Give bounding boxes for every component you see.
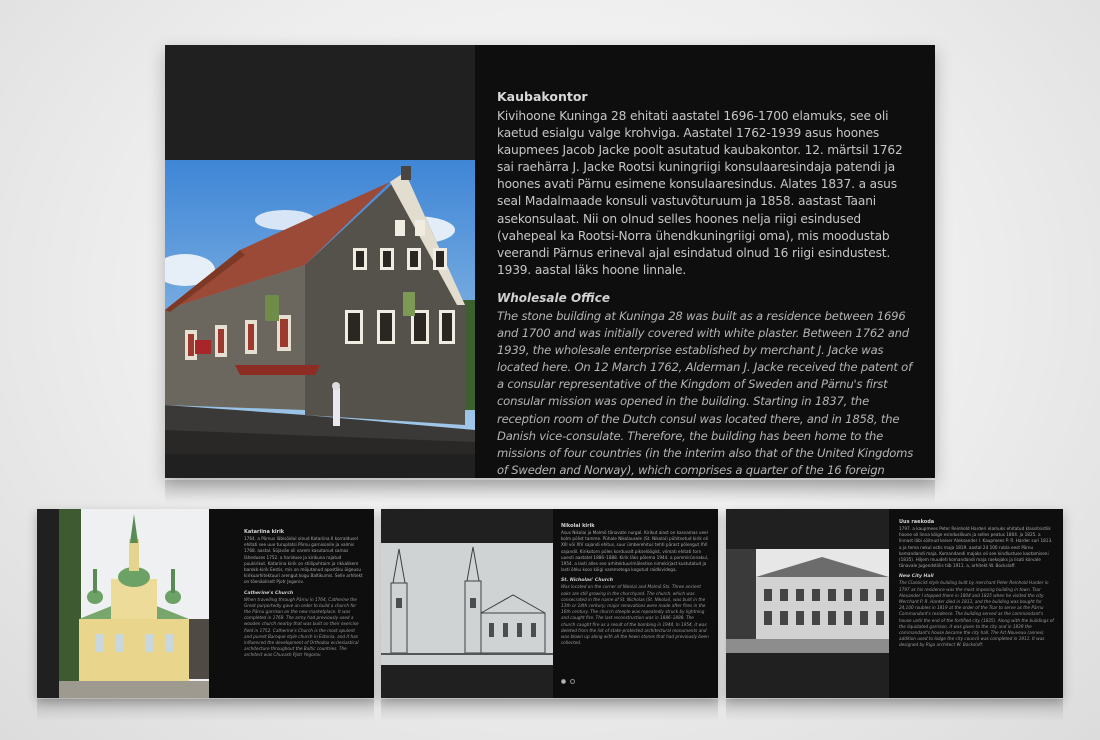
card-heading-et: Nikolai kirik (561, 523, 595, 529)
thumbnail-card-nicholas[interactable]: Nikolai kirik Asus Nikolai ja Malmö täna… (381, 509, 718, 698)
catherine-church-photo (59, 509, 209, 698)
card-body-en: Was located on the corner of Nikolai and… (561, 584, 709, 646)
card-heading-et: Uus raekoda (899, 519, 935, 525)
main-reflection (165, 480, 935, 504)
body-en: The stone building at Kuninga 28 was bui… (497, 308, 914, 477)
card-text-column: Nikolai kirik Asus Nikolai ja Malmö täna… (561, 523, 709, 646)
heading-en: Wholesale Office (497, 290, 611, 305)
card-heading-en: Catherine's Church (244, 590, 294, 596)
card-heading-en: St. Nicholas' Church (561, 578, 614, 584)
nicholas-church-drawing (381, 543, 553, 665)
pagination-dot-2[interactable] (570, 679, 575, 684)
body-et: Kivihoone Kuninga 28 ehitati aastatel 16… (497, 109, 903, 277)
card-body-et: Asus Nikolai ja Malmö tänavate nurgal. K… (561, 530, 709, 573)
city-hall-photo (726, 549, 889, 653)
card-body-en: The Classicist style building built by m… (899, 580, 1054, 648)
thumbnail-card-catherine[interactable]: Katariina kirik 1764. a Pärnus läbisõidu… (37, 509, 374, 698)
main-text-column: Kaubakontor Kivihoone Kuninga 28 ehitati… (497, 89, 917, 478)
card-reflection (381, 699, 718, 721)
card-body-en: When travelling through Pärnu in 1764, C… (244, 596, 359, 658)
kaubakontor-photo (165, 160, 475, 454)
card-heading-en: New City Hall (899, 574, 934, 580)
card-reflection (37, 699, 374, 721)
slide-pagination (561, 679, 575, 684)
main-slide: Kaubakontor Kivihoone Kuninga 28 ehitati… (165, 45, 935, 478)
card-heading-et: Katariina kirik (244, 529, 285, 535)
thumbnail-card-city-hall[interactable]: Uus raekoda 1797. a kaupmees Peter Reinh… (726, 509, 1063, 698)
heading-et: Kaubakontor (497, 89, 588, 104)
card-body-et: 1797. a kaupmees Peter Reinhold Harderi … (899, 526, 1053, 569)
card-reflection (726, 699, 1063, 721)
pagination-dot-1[interactable] (561, 679, 566, 684)
card-body-et: 1764. a Pärnus läbisõidul olnud Katariin… (244, 536, 363, 585)
card-text-column: Uus raekoda 1797. a kaupmees Peter Reinh… (899, 519, 1055, 649)
card-text-column: Katariina kirik 1764. a Pärnus läbisõidu… (244, 529, 364, 659)
